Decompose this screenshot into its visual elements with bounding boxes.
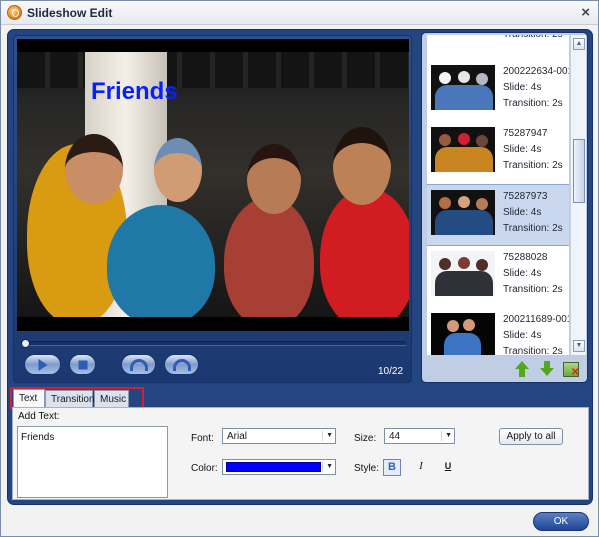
preview-overlay-text: Friends — [91, 78, 178, 105]
font-dropdown[interactable]: Arial ▼ — [222, 428, 336, 444]
slide-transition: Transition: 2s — [503, 346, 563, 355]
add-text-label: Add Text: — [18, 411, 60, 422]
person-four — [320, 188, 409, 317]
rotate-left-button[interactable] — [121, 354, 156, 375]
scrollbar-thumb[interactable] — [573, 139, 585, 203]
rotate-right-icon — [172, 358, 191, 371]
play-icon — [38, 358, 47, 371]
slide-thumbnail — [431, 251, 495, 296]
person-two — [107, 205, 215, 317]
slide-row[interactable]: 200211689-001 Slide: 4s Transition: 2s — [427, 308, 569, 355]
slide-transition: Transition: 2s — [503, 223, 563, 234]
scroll-down-icon[interactable]: ▼ — [573, 340, 585, 352]
size-dropdown[interactable]: 44 ▼ — [384, 428, 455, 444]
slide-transition: Transition: 2s — [503, 160, 563, 171]
slide-name: 75287947 — [503, 128, 548, 139]
tab-text[interactable]: Text — [13, 389, 45, 409]
chevron-down-icon: ▼ — [441, 431, 452, 441]
person-one-face — [65, 134, 123, 204]
slide-thumbnail — [431, 190, 495, 235]
color-dropdown[interactable]: ▼ — [222, 459, 336, 475]
ok-button[interactable]: OK — [533, 512, 589, 531]
slide-name: 200222634-001 — [503, 66, 569, 77]
person-three — [224, 197, 314, 317]
preview-image — [17, 52, 409, 317]
move-up-icon[interactable] — [513, 360, 531, 378]
italic-button[interactable]: I — [412, 459, 430, 476]
play-button[interactable] — [24, 354, 61, 375]
slide-name: 75287973 — [503, 191, 548, 202]
title-bar: Slideshow Edit × — [1, 1, 598, 25]
stop-button[interactable] — [69, 354, 96, 375]
color-label: Color: — [191, 463, 218, 474]
preview-video: Friends — [17, 39, 409, 331]
person-three-face — [247, 144, 301, 214]
apply-to-all-button[interactable]: Apply to all — [499, 428, 563, 445]
slide-details: 200211689-001 Slide: 4s Transition: 2s — [503, 312, 569, 355]
slide-thumbnail — [431, 313, 495, 355]
seek-bar-thumb[interactable] — [21, 339, 30, 348]
stop-icon — [78, 360, 87, 369]
seek-bar-track[interactable] — [23, 341, 406, 346]
slide-details: Transition: 2s — [503, 35, 569, 43]
slide-duration: Slide: 4s — [503, 144, 542, 155]
tab-transition[interactable]: Transition — [45, 390, 95, 408]
close-icon[interactable]: × — [581, 4, 590, 21]
slide-duration: Slide: 4s — [503, 82, 542, 93]
rotate-left-icon — [129, 358, 148, 371]
size-label: Size: — [354, 433, 377, 444]
move-down-icon[interactable] — [538, 360, 556, 378]
window-title: Slideshow Edit — [27, 6, 113, 20]
font-label: Font: — [191, 433, 214, 444]
slide-row[interactable]: 200222634-001 Slide: 4s Transition: 2s — [427, 60, 569, 122]
color-swatch — [226, 462, 321, 472]
chevron-down-icon: ▼ — [322, 431, 333, 441]
slide-thumbnail — [431, 65, 495, 110]
slide-row[interactable]: 75287947 Slide: 4s Transition: 2s — [427, 122, 569, 184]
slide-transition: Transition: 2s — [503, 98, 563, 109]
rotate-right-button[interactable] — [164, 354, 199, 375]
slideshow-edit-window: Slideshow Edit × Friends 10/22 200222634… — [0, 0, 599, 537]
person-two-face — [154, 138, 202, 202]
bold-button[interactable]: B — [383, 459, 401, 476]
size-value: 44 — [389, 431, 401, 442]
slide-name: 75288028 — [503, 252, 548, 263]
style-label: Style: — [354, 463, 380, 474]
slide-duration: Slide: 4s — [503, 268, 542, 279]
font-value: Arial — [227, 431, 248, 442]
slide-duration: Slide: 4s — [503, 207, 542, 218]
underline-button[interactable]: U — [439, 459, 457, 476]
slide-list-scrollbar[interactable]: ▲ ▼ — [570, 35, 586, 355]
remove-slide-icon[interactable] — [562, 360, 580, 378]
slide-transition: Transition: 2s — [503, 284, 563, 295]
slide-details: 75287973 Slide: 4s Transition: 2s — [503, 189, 569, 237]
scroll-up-icon[interactable]: ▲ — [573, 38, 585, 50]
tab-music[interactable]: Music — [94, 390, 129, 408]
slide-counter: 10/22 — [378, 366, 404, 377]
chevron-down-icon: ▼ — [322, 462, 333, 472]
person-four-face — [333, 127, 391, 205]
app-icon — [7, 5, 22, 20]
slide-list[interactable]: Transition: 2s 200222634-001 Slide: 4s T… — [427, 35, 569, 355]
slide-details: 75288028 Slide: 4s Transition: 2s — [503, 250, 569, 298]
slide-row-partial[interactable]: Transition: 2s — [427, 35, 569, 47]
slide-row[interactable]: 75288028 Slide: 4s Transition: 2s — [427, 246, 569, 308]
add-text-field[interactable]: Friends — [17, 426, 168, 498]
slide-name: 200211689-001 — [503, 314, 569, 325]
slide-row-selected[interactable]: 75287973 Slide: 4s Transition: 2s — [427, 184, 569, 246]
slide-details: 75287947 Slide: 4s Transition: 2s — [503, 126, 569, 174]
slide-duration: Slide: 4s — [503, 330, 542, 341]
background-building — [17, 52, 409, 88]
slide-details: 200222634-001 Slide: 4s Transition: 2s — [503, 64, 569, 112]
slide-transition: Transition: 2s — [503, 35, 569, 43]
slide-thumbnail — [431, 127, 495, 172]
